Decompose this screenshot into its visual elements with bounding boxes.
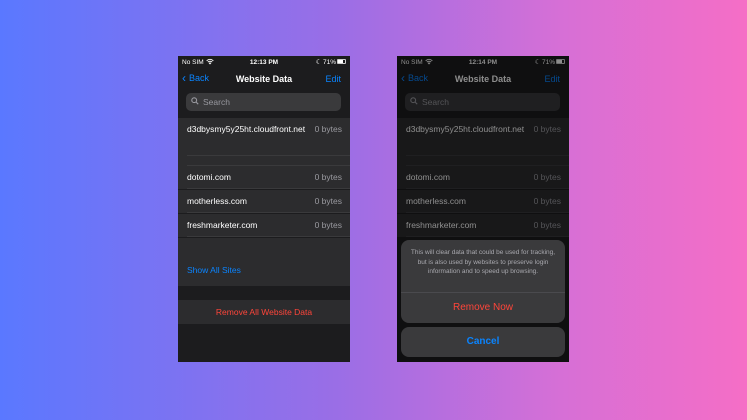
size-label: 0 bytes xyxy=(314,196,342,206)
search-icon xyxy=(191,97,199,107)
domain-label: d3dbysmy5y25ht.cloudfront.net xyxy=(187,124,306,134)
list-item[interactable]: d3dbysmy5y25ht.cloudfront.net 0 bytes xyxy=(178,118,350,156)
remove-now-button[interactable]: Remove Now xyxy=(401,293,565,323)
show-all-sites-link[interactable]: Show All Sites xyxy=(187,265,241,275)
navigation-bar: ‹ Back Website Data Edit xyxy=(178,70,350,90)
divider xyxy=(187,236,350,237)
search-placeholder: Search xyxy=(203,97,230,107)
remove-all-data-button[interactable]: Remove All Website Data xyxy=(178,300,350,324)
list-spacer xyxy=(178,238,350,286)
battery-percent: 71% xyxy=(322,59,336,66)
moon-icon: ☾ xyxy=(315,59,322,66)
size-label: 0 bytes xyxy=(314,220,342,230)
action-sheet: This will clear data that could be used … xyxy=(401,240,565,323)
search-input[interactable]: Search xyxy=(186,93,341,111)
list-item[interactable]: motherless.com 0 bytes xyxy=(178,190,350,213)
phone-screen-right: No SIM 12:14 PM ☾ 71% ‹ Back Website Dat… xyxy=(397,56,569,362)
cancel-button[interactable]: Cancel xyxy=(401,327,565,357)
action-sheet-message: This will clear data that could be used … xyxy=(410,249,556,275)
status-bar: No SIM 12:13 PM ☾ 71% xyxy=(178,56,350,69)
divider xyxy=(187,188,350,189)
domain-label: motherless.com xyxy=(187,196,247,206)
list-item[interactable]: dotomi.com 0 bytes xyxy=(178,166,350,189)
list-spacer xyxy=(178,156,350,166)
domain-label: dotomi.com xyxy=(187,172,231,182)
size-label: 0 bytes xyxy=(314,124,342,134)
page-title: Website Data xyxy=(235,74,293,84)
domain-label: freshmarketer.com xyxy=(187,220,258,230)
size-label: 0 bytes xyxy=(314,172,342,182)
edit-button[interactable]: Edit xyxy=(325,74,341,84)
list-item[interactable]: freshmarketer.com 0 bytes xyxy=(178,214,350,237)
battery-icon xyxy=(337,59,346,64)
divider xyxy=(187,212,350,213)
phone-screen-left: No SIM 12:13 PM ☾ 71% ‹ Back Website Dat… xyxy=(178,56,350,362)
